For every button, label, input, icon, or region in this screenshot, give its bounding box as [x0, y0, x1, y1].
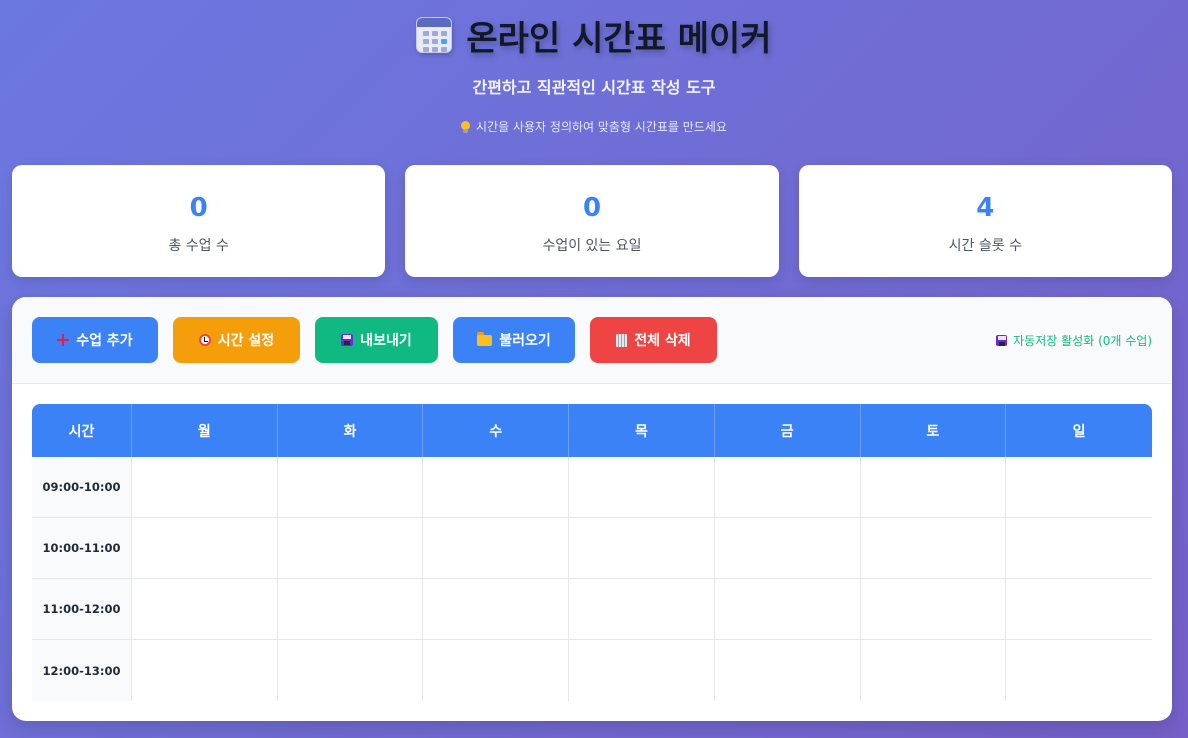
timetable-cell[interactable] — [277, 640, 424, 701]
timetable-cell[interactable] — [1006, 640, 1152, 701]
export-button[interactable]: 내보내기 — [315, 317, 438, 363]
stat-value: 0 — [582, 193, 602, 223]
header-wed: 수 — [423, 404, 570, 457]
import-label: 불러오기 — [499, 333, 551, 349]
add-class-button[interactable]: 수업 추가 — [32, 317, 158, 363]
stat-value: 4 — [976, 193, 995, 223]
stat-label: 시간 슬롯 수 — [948, 238, 1022, 254]
timetable-cell[interactable] — [569, 640, 715, 701]
trash-icon — [616, 333, 628, 347]
time-settings-label: 시간 설정 — [217, 333, 275, 349]
time-slot-label: 12:00-13:00 — [32, 640, 132, 701]
folder-icon — [477, 331, 493, 346]
timetable-cell[interactable] — [132, 579, 278, 640]
time-settings-button[interactable]: 시간 설정 — [173, 317, 300, 363]
floppy-disk-icon — [996, 335, 1008, 346]
stat-label: 총 수업 수 — [168, 238, 229, 254]
time-slot-label: 10:00-11:00 — [32, 518, 132, 579]
calendar-icon — [416, 17, 453, 53]
hint: 시간을 사용자 정의하여 맞춤형 시간표를 만드세요 — [0, 118, 1188, 135]
title-row: 온라인 시간표 메이커 — [0, 12, 1188, 59]
table-row: 12:00-13:00 — [32, 640, 1152, 701]
stat-card-total-classes: 0 총 수업 수 — [12, 165, 386, 277]
timetable-cell[interactable] — [714, 579, 861, 640]
timetable-cell[interactable] — [569, 579, 715, 640]
timetable-cell[interactable] — [860, 640, 1007, 701]
header-sat: 토 — [860, 404, 1007, 457]
timetable-cell[interactable] — [132, 640, 278, 701]
header-tue: 화 — [277, 404, 424, 457]
hint-text: 시간을 사용자 정의하여 맞춤형 시간표를 만드세요 — [476, 120, 727, 134]
export-label: 내보내기 — [360, 333, 412, 349]
stat-value: 0 — [189, 193, 208, 223]
table-row: 09:00-10:00 — [32, 457, 1152, 518]
lightbulb-icon — [461, 120, 471, 133]
toolbar: 수업 추가 시간 설정 내보내기 불러오기 전체 삭제 자동저장 활성화 (0개… — [12, 297, 1172, 384]
timetable-cell[interactable] — [569, 457, 715, 518]
timetable-cell[interactable] — [860, 518, 1007, 579]
plus-icon — [57, 334, 70, 346]
autosave-text: 자동저장 활성화 (0개 수업) — [1013, 334, 1152, 348]
header-mon: 월 — [132, 404, 278, 457]
header-thu: 목 — [569, 404, 715, 457]
clear-all-label: 전체 삭제 — [634, 333, 691, 349]
autosave-status: 자동저장 활성화 (0개 수업) — [996, 297, 1152, 384]
timetable-cell[interactable] — [423, 457, 570, 518]
timetable-cell[interactable] — [714, 518, 861, 579]
stat-card-days-with-classes: 0 수업이 있는 요일 — [405, 165, 779, 277]
timetable-cell[interactable] — [860, 579, 1007, 640]
timetable-panel: 수업 추가 시간 설정 내보내기 불러오기 전체 삭제 자동저장 활성화 (0개… — [12, 297, 1172, 721]
time-slot-label: 11:00-12:00 — [32, 579, 132, 640]
timetable-cell[interactable] — [277, 579, 424, 640]
timetable-cell[interactable] — [714, 640, 861, 701]
timetable-cell[interactable] — [132, 457, 278, 518]
timetable-cell[interactable] — [860, 457, 1007, 518]
timetable-cell[interactable] — [423, 518, 570, 579]
timetable-cell[interactable] — [1006, 579, 1152, 640]
stat-card-time-slots: 4 시간 슬롯 수 — [798, 165, 1172, 277]
import-button[interactable]: 불러오기 — [453, 317, 575, 363]
timetable-cell[interactable] — [423, 579, 570, 640]
header-fri: 금 — [714, 404, 861, 457]
timetable-cell[interactable] — [277, 518, 424, 579]
timetable: 시간 월 화 수 목 금 토 일 09:00-10:00 10:00-11:00… — [32, 404, 1152, 701]
page-subtitle: 간편하고 직관적인 시간표 작성 도구 — [472, 78, 716, 97]
timetable-header-row: 시간 월 화 수 목 금 토 일 — [32, 404, 1152, 457]
stat-label: 수업이 있는 요일 — [542, 238, 642, 254]
timetable-cell[interactable] — [714, 457, 861, 518]
table-row: 11:00-12:00 — [32, 579, 1152, 640]
time-slot-label: 09:00-10:00 — [32, 457, 132, 518]
table-row: 10:00-11:00 — [32, 518, 1152, 579]
page-title: 온라인 시간표 메이커 — [466, 18, 772, 59]
timetable-cell[interactable] — [277, 457, 424, 518]
timetable-cell[interactable] — [569, 518, 715, 579]
timetable-cell[interactable] — [1006, 518, 1152, 579]
header-time: 시간 — [32, 404, 132, 457]
header: 온라인 시간표 메이커 간편하고 직관적인 시간표 작성 도구 시간을 사용자 … — [0, 0, 1188, 158]
timetable-cell[interactable] — [1006, 457, 1152, 518]
timetable-cell[interactable] — [423, 640, 570, 701]
header-sun: 일 — [1006, 404, 1152, 457]
timetable-cell[interactable] — [132, 518, 278, 579]
stats-row: 0 총 수업 수 0 수업이 있는 요일 4 시간 슬롯 수 — [12, 165, 1172, 277]
clear-all-button[interactable]: 전체 삭제 — [590, 317, 717, 363]
add-class-label: 수업 추가 — [76, 333, 133, 349]
floppy-disk-icon — [341, 334, 354, 346]
alarm-clock-icon — [198, 334, 211, 346]
